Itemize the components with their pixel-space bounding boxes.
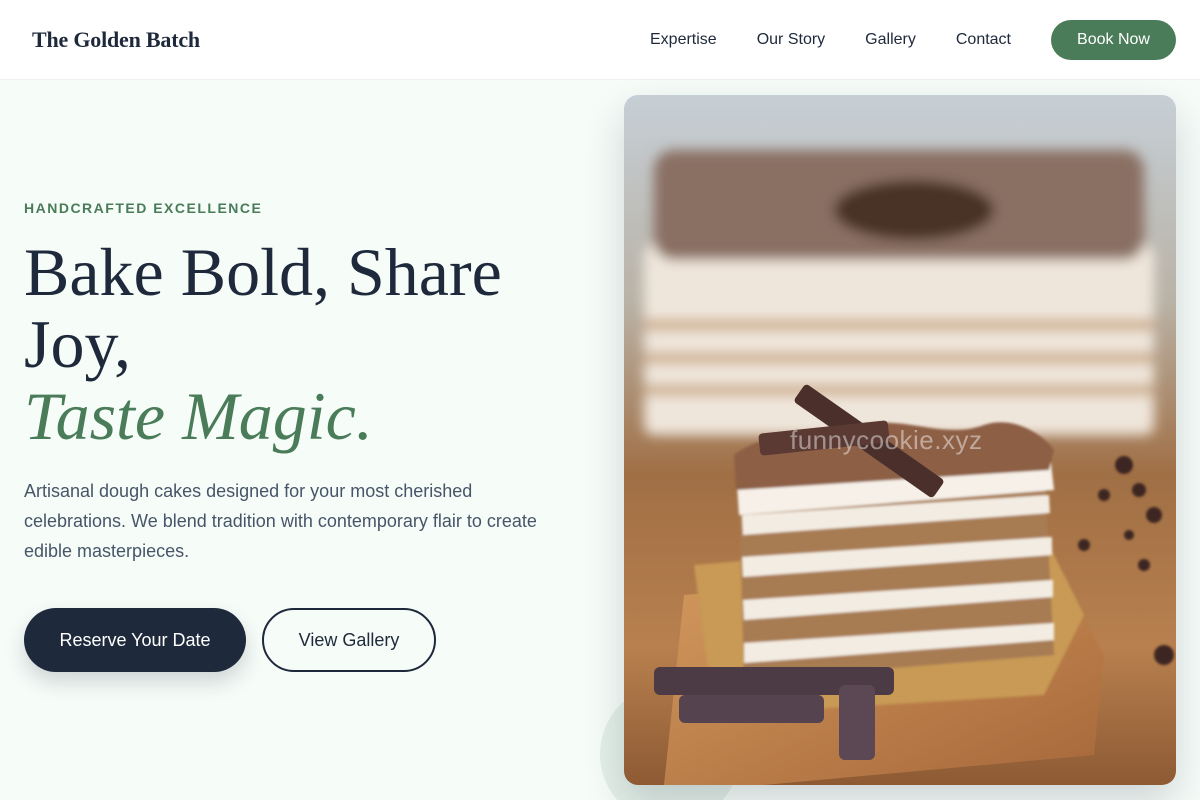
hero-headline-accent: Taste Magic. — [24, 378, 373, 454]
book-now-button[interactable]: Book Now — [1051, 19, 1176, 60]
nav-link-expertise[interactable]: Expertise — [650, 31, 717, 49]
image-watermark: funnycookie.xyz — [790, 425, 983, 455]
nav-links: Expertise Our Story Gallery Contact Book… — [650, 19, 1176, 60]
hero-headline-main: Bake Bold, Share Joy, — [24, 234, 502, 382]
hero-eyebrow: HANDCRAFTED EXCELLENCE — [24, 200, 263, 216]
hero-cta-row: Reserve Your Date View Gallery — [24, 608, 584, 672]
view-gallery-button[interactable]: View Gallery — [262, 608, 436, 672]
nav-link-our-story[interactable]: Our Story — [757, 31, 825, 49]
hero-headline: Bake Bold, Share Joy, Taste Magic. — [24, 236, 564, 452]
nav-link-contact[interactable]: Contact — [956, 31, 1011, 49]
hero-cake-image: funnycookie.xyz — [624, 95, 1176, 785]
brand-logo[interactable]: The Golden Batch — [32, 27, 200, 53]
top-navbar: The Golden Batch Expertise Our Story Gal… — [0, 0, 1200, 80]
reserve-date-button[interactable]: Reserve Your Date — [24, 608, 246, 672]
hero-content: HANDCRAFTED EXCELLENCE Bake Bold, Share … — [24, 200, 584, 672]
nav-link-gallery[interactable]: Gallery — [865, 31, 916, 49]
hero-description: Artisanal dough cakes designed for your … — [24, 481, 537, 561]
